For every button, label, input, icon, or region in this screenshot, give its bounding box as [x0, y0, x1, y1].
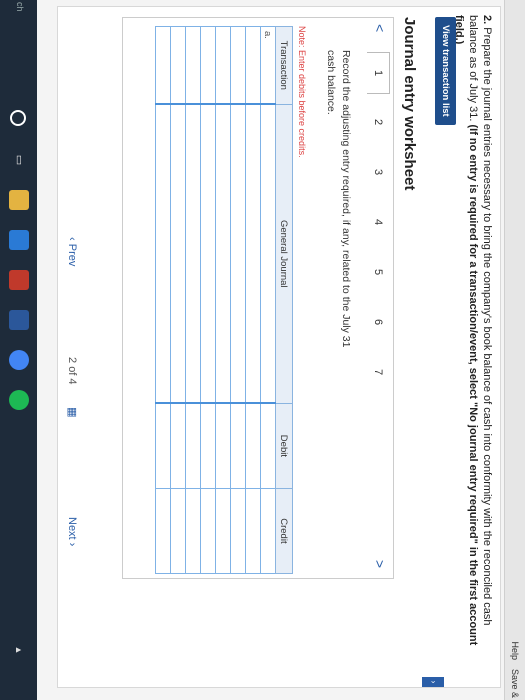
col-general-journal: General Journal: [275, 104, 293, 404]
prev-entry-arrow[interactable]: <: [372, 24, 388, 32]
word-icon[interactable]: [9, 310, 29, 330]
table-row: [215, 26, 231, 574]
table-row: [155, 26, 171, 574]
table-row: a.: [260, 26, 276, 574]
next-label: Next: [66, 517, 78, 540]
credit-input[interactable]: [230, 488, 246, 574]
question-panel: 2. Prepare the journal entries necessary…: [57, 6, 501, 688]
tab-5[interactable]: 5: [367, 252, 389, 292]
credit-input[interactable]: [170, 488, 186, 574]
transaction-cell: a.: [260, 26, 276, 105]
prev-button[interactable]: ‹ Prev: [66, 237, 78, 266]
transaction-cell: [200, 26, 216, 105]
save-exit-link[interactable]: Save &: [510, 669, 520, 698]
account-input[interactable]: [245, 104, 261, 404]
table-row: [200, 26, 216, 574]
next-button[interactable]: Next ›: [66, 517, 78, 546]
transaction-cell: [185, 26, 201, 105]
grid-icon[interactable]: ▦: [66, 407, 79, 417]
account-input[interactable]: [185, 104, 201, 404]
entry-instruction: Record the adjusting entry required, if …: [325, 50, 352, 348]
current-page: 2: [66, 357, 78, 364]
transaction-cell: [155, 26, 171, 105]
debit-input[interactable]: [185, 403, 201, 489]
browser-screen: Help Save & 2. Prepare the journal entri…: [37, 0, 525, 700]
journal-table: Transaction General Journal Debit Credit…: [155, 26, 293, 574]
credit-input[interactable]: [215, 488, 231, 574]
help-link[interactable]: Help: [510, 641, 520, 660]
spotify-icon[interactable]: [9, 390, 29, 410]
debit-input[interactable]: [215, 403, 231, 489]
table-row: [230, 26, 246, 574]
debit-input[interactable]: [260, 403, 276, 489]
page-indicator: 2 of 4: [66, 357, 78, 385]
transaction-cell: [245, 26, 261, 105]
col-credit: Credit: [275, 488, 293, 574]
office-icon[interactable]: [9, 270, 29, 290]
tab-3[interactable]: 3: [367, 152, 389, 192]
prev-label: Prev: [66, 243, 78, 267]
col-transaction: Transaction: [275, 26, 293, 105]
table-row: [245, 26, 261, 574]
view-transaction-list-button[interactable]: View transaction list: [435, 17, 456, 125]
account-input[interactable]: [260, 104, 276, 404]
debit-input[interactable]: [170, 403, 186, 489]
credit-input[interactable]: [245, 488, 261, 574]
debit-input[interactable]: [155, 403, 171, 489]
tab-4[interactable]: 4: [367, 202, 389, 242]
debit-input[interactable]: [200, 403, 216, 489]
tab-2[interactable]: 2: [367, 102, 389, 142]
account-input[interactable]: [200, 104, 216, 404]
worksheet-tabs: < 1 2 3 4 5 6 7 >: [365, 18, 393, 578]
chrome-icon[interactable]: [9, 350, 29, 370]
taskbar-search-fragment[interactable]: ch: [15, 2, 25, 12]
question-text: 2. Prepare the journal entries necessary…: [452, 15, 494, 655]
transaction-cell: [230, 26, 246, 105]
tab-6[interactable]: 6: [367, 302, 389, 342]
file-explorer-icon[interactable]: [9, 190, 29, 210]
debit-input[interactable]: [230, 403, 246, 489]
question-number: 2.: [481, 15, 493, 25]
rotated-photo-stage: Help Save & 2. Prepare the journal entri…: [0, 0, 525, 700]
worksheet-title: Journal entry worksheet: [401, 17, 418, 191]
transaction-cell: [170, 26, 186, 105]
journal-entry-worksheet: < 1 2 3 4 5 6 7 > Record the adjusting e…: [122, 17, 394, 579]
transaction-cell: [215, 26, 231, 105]
question-navigation: ‹ Prev 2 of 4 ▦ Next ›: [60, 237, 80, 567]
account-input[interactable]: [215, 104, 231, 404]
table-row: [185, 26, 201, 574]
cortana-icon[interactable]: [10, 110, 26, 126]
store-icon[interactable]: [9, 230, 29, 250]
credit-input[interactable]: [200, 488, 216, 574]
next-entry-arrow[interactable]: >: [372, 560, 388, 568]
account-input[interactable]: [230, 104, 246, 404]
credit-input[interactable]: [155, 488, 171, 574]
col-debit: Debit: [275, 403, 293, 489]
table-row: [170, 26, 186, 574]
credit-input[interactable]: [260, 488, 276, 574]
top-bar: Help Save &: [504, 0, 525, 700]
page-total: of 4: [66, 366, 78, 385]
side-tab-button[interactable]: ›: [422, 677, 444, 687]
credit-input[interactable]: [185, 488, 201, 574]
debit-input[interactable]: [245, 403, 261, 489]
account-input[interactable]: [170, 104, 186, 404]
windows-taskbar: ch ▭ ▲: [0, 0, 37, 700]
system-tray-icons[interactable]: ▲: [9, 640, 29, 660]
tab-1[interactable]: 1: [367, 52, 390, 94]
account-input[interactable]: [155, 104, 171, 404]
task-view-icon[interactable]: ▭: [9, 150, 29, 170]
tab-7[interactable]: 7: [367, 352, 389, 392]
debits-note: Note: Enter debits before credits.: [297, 26, 307, 158]
